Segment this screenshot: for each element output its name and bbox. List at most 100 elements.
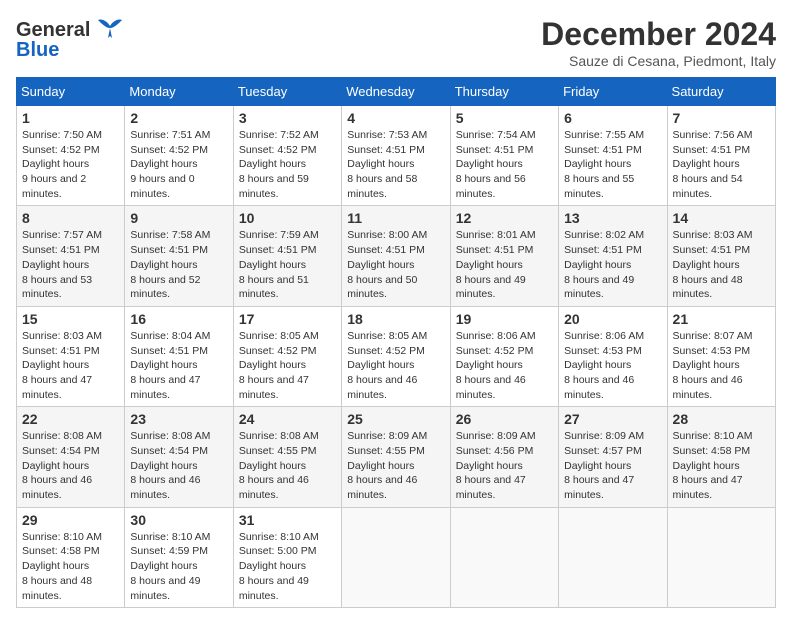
day-info: Sunrise: 8:02 AM Sunset: 4:51 PM Dayligh… [564,229,644,300]
day-cell-28: 28 Sunrise: 8:10 AM Sunset: 4:58 PM Dayl… [667,407,775,507]
logo: General Blue [16,16,126,62]
day-info: Sunrise: 7:53 AM Sunset: 4:51 PM Dayligh… [347,129,427,200]
day-info: Sunrise: 8:01 AM Sunset: 4:51 PM Dayligh… [456,229,536,300]
day-number: 25 [347,411,444,427]
day-info: Sunrise: 7:57 AM Sunset: 4:51 PM Dayligh… [22,229,102,300]
day-info: Sunrise: 8:07 AM Sunset: 4:53 PM Dayligh… [673,330,753,401]
day-info: Sunrise: 8:10 AM Sunset: 4:58 PM Dayligh… [673,430,753,501]
day-number: 7 [673,110,770,126]
column-header-thursday: Thursday [450,78,558,106]
week-row-3: 15 Sunrise: 8:03 AM Sunset: 4:51 PM Dayl… [17,306,776,406]
day-cell-9: 9 Sunrise: 7:58 AM Sunset: 4:51 PM Dayli… [125,206,233,306]
week-row-1: 1 Sunrise: 7:50 AM Sunset: 4:52 PM Dayli… [17,106,776,206]
title-block: December 2024 Sauze di Cesana, Piedmont,… [541,16,776,69]
day-number: 19 [456,311,553,327]
column-header-tuesday: Tuesday [233,78,341,106]
day-info: Sunrise: 8:05 AM Sunset: 4:52 PM Dayligh… [347,330,427,401]
day-number: 18 [347,311,444,327]
day-cell-15: 15 Sunrise: 8:03 AM Sunset: 4:51 PM Dayl… [17,306,125,406]
day-cell-30: 30 Sunrise: 8:10 AM Sunset: 4:59 PM Dayl… [125,507,233,607]
day-cell-3: 3 Sunrise: 7:52 AM Sunset: 4:52 PM Dayli… [233,106,341,206]
day-info: Sunrise: 7:55 AM Sunset: 4:51 PM Dayligh… [564,129,644,200]
day-info: Sunrise: 8:05 AM Sunset: 4:52 PM Dayligh… [239,330,319,401]
day-number: 27 [564,411,661,427]
day-cell-25: 25 Sunrise: 8:09 AM Sunset: 4:55 PM Dayl… [342,407,450,507]
empty-cell [342,507,450,607]
day-number: 11 [347,210,444,226]
day-number: 29 [22,512,119,528]
day-number: 16 [130,311,227,327]
day-cell-17: 17 Sunrise: 8:05 AM Sunset: 4:52 PM Dayl… [233,306,341,406]
day-info: Sunrise: 8:09 AM Sunset: 4:56 PM Dayligh… [456,430,536,501]
column-header-friday: Friday [559,78,667,106]
column-header-wednesday: Wednesday [342,78,450,106]
column-header-saturday: Saturday [667,78,775,106]
day-cell-8: 8 Sunrise: 7:57 AM Sunset: 4:51 PM Dayli… [17,206,125,306]
day-number: 26 [456,411,553,427]
day-number: 6 [564,110,661,126]
day-number: 23 [130,411,227,427]
day-cell-7: 7 Sunrise: 7:56 AM Sunset: 4:51 PM Dayli… [667,106,775,206]
logo-bird-icon [94,16,126,45]
calendar-table: SundayMondayTuesdayWednesdayThursdayFrid… [16,77,776,608]
day-info: Sunrise: 7:54 AM Sunset: 4:51 PM Dayligh… [456,129,536,200]
day-number: 10 [239,210,336,226]
day-cell-4: 4 Sunrise: 7:53 AM Sunset: 4:51 PM Dayli… [342,106,450,206]
day-number: 31 [239,512,336,528]
empty-cell [450,507,558,607]
day-cell-24: 24 Sunrise: 8:08 AM Sunset: 4:55 PM Dayl… [233,407,341,507]
day-info: Sunrise: 8:00 AM Sunset: 4:51 PM Dayligh… [347,229,427,300]
day-number: 15 [22,311,119,327]
empty-cell [559,507,667,607]
day-cell-1: 1 Sunrise: 7:50 AM Sunset: 4:52 PM Dayli… [17,106,125,206]
day-cell-16: 16 Sunrise: 8:04 AM Sunset: 4:51 PM Dayl… [125,306,233,406]
logo-text-blue: Blue [16,39,59,62]
day-number: 2 [130,110,227,126]
day-info: Sunrise: 8:03 AM Sunset: 4:51 PM Dayligh… [673,229,753,300]
day-cell-29: 29 Sunrise: 8:10 AM Sunset: 4:58 PM Dayl… [17,507,125,607]
week-row-2: 8 Sunrise: 7:57 AM Sunset: 4:51 PM Dayli… [17,206,776,306]
day-cell-31: 31 Sunrise: 8:10 AM Sunset: 5:00 PM Dayl… [233,507,341,607]
day-info: Sunrise: 8:08 AM Sunset: 4:54 PM Dayligh… [130,430,210,501]
day-number: 13 [564,210,661,226]
day-cell-20: 20 Sunrise: 8:06 AM Sunset: 4:53 PM Dayl… [559,306,667,406]
day-info: Sunrise: 8:04 AM Sunset: 4:51 PM Dayligh… [130,330,210,401]
day-cell-23: 23 Sunrise: 8:08 AM Sunset: 4:54 PM Dayl… [125,407,233,507]
day-number: 24 [239,411,336,427]
calendar-title: December 2024 [541,16,776,53]
week-row-5: 29 Sunrise: 8:10 AM Sunset: 4:58 PM Dayl… [17,507,776,607]
day-cell-26: 26 Sunrise: 8:09 AM Sunset: 4:56 PM Dayl… [450,407,558,507]
day-number: 30 [130,512,227,528]
day-number: 21 [673,311,770,327]
day-info: Sunrise: 7:51 AM Sunset: 4:52 PM Dayligh… [130,129,210,200]
day-info: Sunrise: 7:56 AM Sunset: 4:51 PM Dayligh… [673,129,753,200]
day-cell-6: 6 Sunrise: 7:55 AM Sunset: 4:51 PM Dayli… [559,106,667,206]
day-number: 17 [239,311,336,327]
day-cell-11: 11 Sunrise: 8:00 AM Sunset: 4:51 PM Dayl… [342,206,450,306]
day-number: 28 [673,411,770,427]
day-number: 22 [22,411,119,427]
day-number: 4 [347,110,444,126]
day-cell-14: 14 Sunrise: 8:03 AM Sunset: 4:51 PM Dayl… [667,206,775,306]
day-cell-22: 22 Sunrise: 8:08 AM Sunset: 4:54 PM Dayl… [17,407,125,507]
page-header: General Blue December 2024 Sauze di Cesa… [16,16,776,69]
day-number: 5 [456,110,553,126]
day-info: Sunrise: 7:50 AM Sunset: 4:52 PM Dayligh… [22,129,102,200]
column-header-sunday: Sunday [17,78,125,106]
day-info: Sunrise: 8:06 AM Sunset: 4:53 PM Dayligh… [564,330,644,401]
week-row-4: 22 Sunrise: 8:08 AM Sunset: 4:54 PM Dayl… [17,407,776,507]
day-number: 20 [564,311,661,327]
day-number: 12 [456,210,553,226]
header-row: SundayMondayTuesdayWednesdayThursdayFrid… [17,78,776,106]
day-cell-13: 13 Sunrise: 8:02 AM Sunset: 4:51 PM Dayl… [559,206,667,306]
day-info: Sunrise: 8:08 AM Sunset: 4:54 PM Dayligh… [22,430,102,501]
day-info: Sunrise: 8:09 AM Sunset: 4:57 PM Dayligh… [564,430,644,501]
day-info: Sunrise: 7:59 AM Sunset: 4:51 PM Dayligh… [239,229,319,300]
day-cell-18: 18 Sunrise: 8:05 AM Sunset: 4:52 PM Dayl… [342,306,450,406]
empty-cell [667,507,775,607]
day-info: Sunrise: 7:58 AM Sunset: 4:51 PM Dayligh… [130,229,210,300]
day-cell-2: 2 Sunrise: 7:51 AM Sunset: 4:52 PM Dayli… [125,106,233,206]
day-info: Sunrise: 8:08 AM Sunset: 4:55 PM Dayligh… [239,430,319,501]
day-number: 9 [130,210,227,226]
day-cell-27: 27 Sunrise: 8:09 AM Sunset: 4:57 PM Dayl… [559,407,667,507]
